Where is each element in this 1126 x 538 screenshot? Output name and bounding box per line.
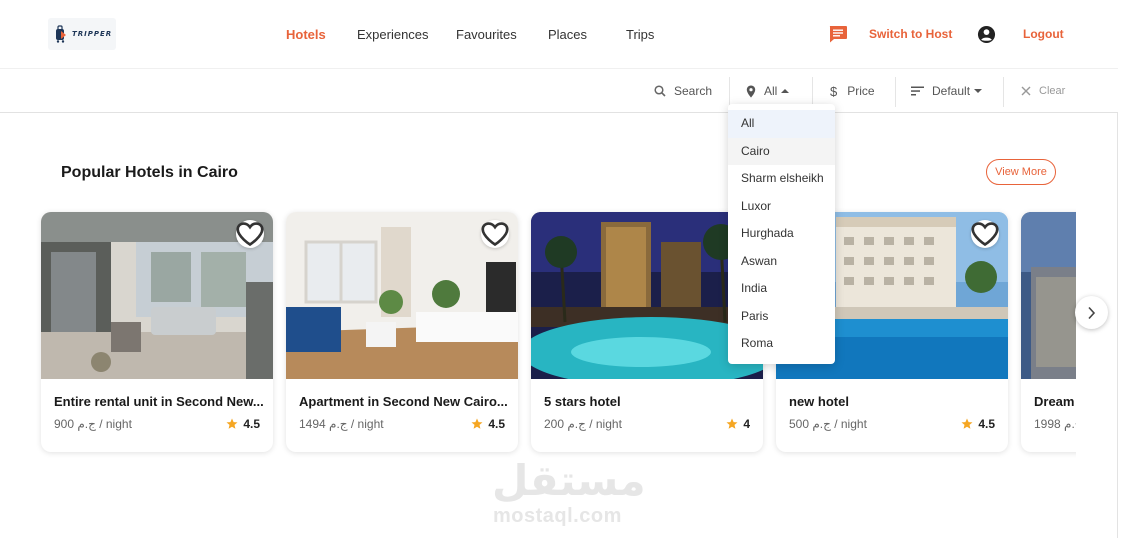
view-more-button[interactable]: View More	[986, 159, 1056, 185]
heart-icon	[481, 222, 509, 247]
clear-filter-label: Clear	[1039, 85, 1066, 97]
hotel-title: Apartment in Second New Cairo...	[299, 394, 508, 409]
top-navbar: TRIPPER Hotels Experiences Favourites Pl…	[0, 0, 1118, 68]
carousel-next-button[interactable]	[1075, 296, 1108, 329]
hotel-rating-value: 4.5	[978, 417, 995, 431]
hotel-carousel: Entire rental unit in Second New... 900 …	[36, 206, 1076, 458]
clear-filter-button[interactable]: Clear	[1021, 69, 1065, 113]
hotel-price: 900 ج.م / night	[54, 417, 132, 431]
dropdown-option-luxor[interactable]: Luxor	[728, 193, 835, 221]
search-filter[interactable]: Search	[654, 69, 712, 113]
search-icon	[654, 85, 666, 97]
dropdown-option-india[interactable]: India	[728, 275, 835, 303]
dropdown-option-sharm-elsheikh[interactable]: Sharm elsheikh	[728, 165, 835, 193]
dropdown-option-all[interactable]: All	[728, 110, 835, 138]
filter-bar: Search All $ Price Default Clear	[0, 68, 1118, 113]
caret-up-icon	[781, 89, 790, 93]
hotel-card[interactable]: Apartment in Second New Cairo... 1494 ج.…	[286, 212, 518, 452]
filter-divider	[895, 77, 896, 107]
location-dropdown: All Cairo Sharm elsheikh Luxor Hurghada …	[728, 104, 835, 364]
section-title: Popular Hotels in Cairo	[61, 164, 238, 181]
switch-to-host-link[interactable]: Switch to Host	[869, 27, 952, 41]
filter-divider	[1003, 77, 1004, 107]
nav-trips[interactable]: Trips	[626, 27, 654, 42]
app-frame: TRIPPER Hotels Experiences Favourites Pl…	[0, 0, 1118, 538]
chevron-right-icon	[1088, 306, 1096, 319]
nav-favourites[interactable]: Favourites	[456, 27, 517, 42]
hotel-rating: 4.5	[961, 417, 995, 431]
favourite-button[interactable]	[481, 220, 509, 248]
logout-link[interactable]: Logout	[1023, 27, 1064, 41]
hotel-price: 1494 ج.م / night	[299, 417, 384, 431]
close-icon	[1021, 86, 1031, 96]
favourite-button[interactable]	[971, 220, 999, 248]
hotel-title: Dream	[1034, 394, 1075, 409]
logo-text: TRIPPER	[72, 30, 113, 38]
dropdown-option-cairo[interactable]: Cairo	[728, 137, 835, 165]
caret-down-icon	[974, 89, 983, 93]
heart-icon	[971, 222, 999, 247]
dollar-icon: $	[830, 83, 838, 99]
hotel-rating: 4.5	[226, 417, 260, 431]
watermark-arabic: مستقل	[492, 456, 646, 505]
hotel-price: 1998 ج.م	[1034, 417, 1076, 431]
filter-divider	[812, 77, 813, 107]
heart-icon	[236, 222, 264, 247]
account-icon[interactable]	[977, 25, 996, 44]
dropdown-option-roma[interactable]: Roma	[728, 330, 835, 358]
hotel-rating: 4	[726, 417, 750, 431]
filter-divider	[729, 77, 730, 107]
dropdown-option-hurghada[interactable]: Hurghada	[728, 220, 835, 248]
price-filter-label: Price	[847, 84, 875, 98]
nav-experiences[interactable]: Experiences	[357, 27, 429, 42]
hotel-rating-value: 4.5	[488, 417, 505, 431]
hotel-card[interactable]: Entire rental unit in Second New... 900 …	[41, 212, 273, 452]
hotel-rating: 4.5	[471, 417, 505, 431]
hotel-price: 500 ج.م / night	[789, 417, 867, 431]
location-pin-icon	[746, 85, 756, 97]
hotel-rating-value: 4	[743, 417, 750, 431]
sort-filter[interactable]: Default	[911, 69, 983, 113]
hotel-title: 5 stars hotel	[544, 394, 621, 409]
hotel-title: Entire rental unit in Second New...	[54, 394, 264, 409]
hotel-rating-value: 4.5	[243, 417, 260, 431]
hotel-photo-image	[1021, 212, 1076, 379]
nav-places[interactable]: Places	[548, 27, 587, 42]
hotel-photo	[1021, 212, 1076, 379]
search-filter-label: Search	[674, 84, 713, 98]
location-filter-value: All	[764, 84, 778, 98]
hotel-photo	[41, 212, 273, 379]
price-filter[interactable]: $ Price	[830, 69, 875, 113]
chat-icon[interactable]	[828, 25, 848, 43]
watermark-latin: mostaql.com	[493, 505, 622, 527]
logo[interactable]: TRIPPER	[48, 18, 116, 50]
hotel-price: 200 ج.م / night	[544, 417, 622, 431]
dropdown-option-aswan[interactable]: Aswan	[728, 248, 835, 276]
star-icon	[226, 418, 238, 429]
logo-icon	[56, 25, 66, 43]
star-icon	[726, 418, 738, 429]
hotel-title: new hotel	[789, 394, 849, 409]
nav-hotels[interactable]: Hotels	[286, 27, 326, 42]
dropdown-option-paris[interactable]: Paris	[728, 303, 835, 331]
sort-icon	[911, 86, 924, 96]
sort-filter-value: Default	[932, 84, 971, 98]
hotel-card[interactable]: Dream 1998 ج.م	[1021, 212, 1076, 452]
hotel-photo	[286, 212, 518, 379]
favourite-button[interactable]	[236, 220, 264, 248]
star-icon	[961, 418, 973, 429]
star-icon	[471, 418, 483, 429]
